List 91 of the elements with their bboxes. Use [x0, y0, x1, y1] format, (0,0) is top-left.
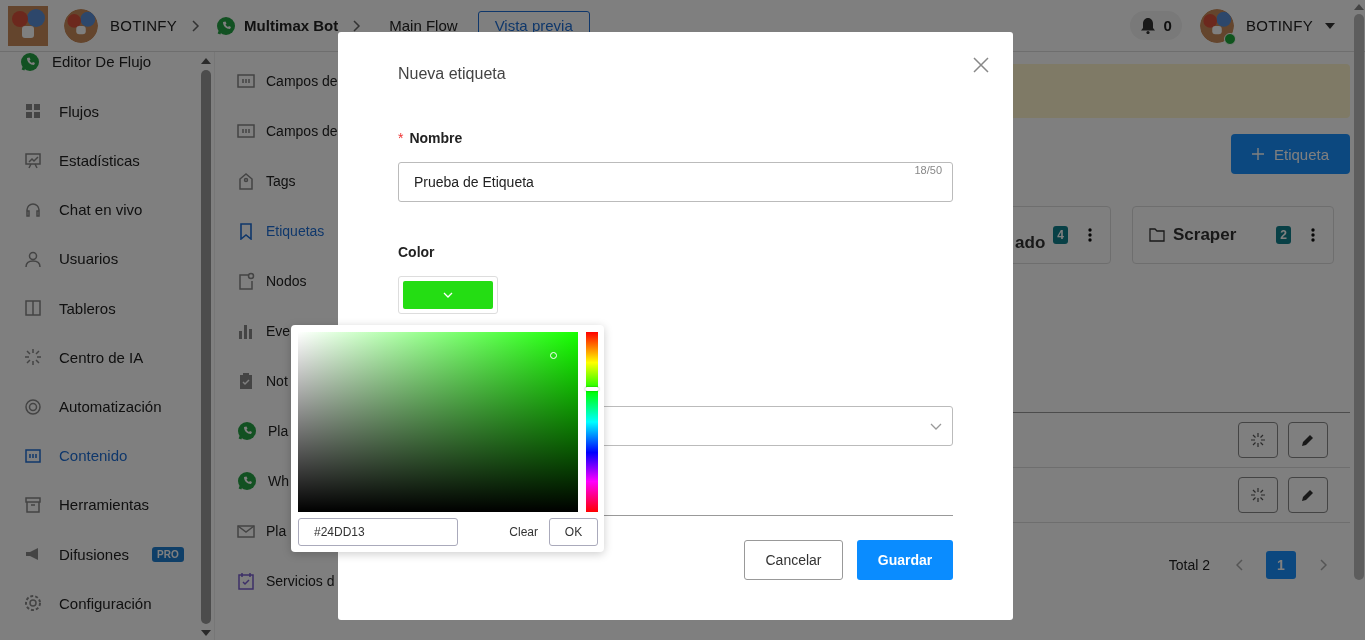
mail-icon — [237, 522, 255, 540]
caret-down-icon — [1325, 22, 1335, 29]
flow-name: Main Flow — [389, 17, 458, 34]
ai-button[interactable] — [1238, 477, 1278, 513]
account-name[interactable]: BOTINFY — [110, 17, 178, 34]
count-badge: 4 — [1053, 226, 1068, 244]
ring-icon — [24, 397, 42, 416]
count-badge: 2 — [1276, 226, 1291, 244]
grid-icon — [24, 102, 42, 121]
menu-item[interactable]: Etiquetas — [237, 206, 339, 256]
presentation-chart-icon — [24, 151, 42, 170]
sidebar-item[interactable]: Chat en vivo — [0, 185, 199, 235]
sparkle-icon — [1251, 488, 1265, 502]
archive-icon — [24, 495, 42, 514]
folder-card[interactable]: Scraper 2 — [1132, 206, 1334, 264]
chevron-right-icon — [352, 18, 362, 33]
chevron-left-icon — [1235, 559, 1243, 571]
notifications-button[interactable]: 0 — [1129, 11, 1182, 40]
sidebar-item[interactable]: Usuarios — [0, 234, 199, 284]
ai-button[interactable] — [1238, 422, 1278, 458]
pencil-icon — [1301, 433, 1315, 447]
saturation-area[interactable] — [298, 332, 578, 512]
logo-icon — [8, 5, 48, 46]
sidebar-item[interactable]: Flujos — [0, 86, 199, 136]
pro-badge: PRO — [152, 546, 184, 562]
cancel-button[interactable]: Cancelar — [744, 540, 843, 580]
sidebar-header[interactable]: Editor De Flujo — [52, 53, 152, 71]
character-counter: 18/50 — [914, 164, 942, 176]
plus-icon — [1251, 148, 1264, 160]
field-icon — [237, 72, 255, 90]
save-button[interactable]: Guardar — [857, 540, 953, 580]
sidebar-item[interactable]: Contenido — [0, 431, 199, 481]
sidebar-item[interactable]: Configuración — [0, 578, 199, 628]
content-icon — [24, 446, 42, 465]
edit-button[interactable] — [1288, 422, 1328, 458]
settings-icon — [24, 594, 42, 613]
sidebar-item[interactable]: Tableros — [0, 283, 199, 333]
menu-item[interactable]: Campos de — [237, 106, 339, 156]
more-vertical-icon — [1088, 228, 1092, 242]
avatar-icon — [1199, 8, 1234, 43]
whatsapp-icon — [237, 421, 257, 441]
menu-item[interactable]: Servicios d — [237, 556, 339, 606]
node-icon — [237, 272, 255, 290]
scroll-up-icon — [1353, 4, 1364, 10]
folder-icon — [1149, 228, 1165, 242]
chevron-right-icon — [191, 18, 201, 33]
calendar-check-icon — [237, 572, 255, 590]
pencil-icon — [1301, 488, 1315, 502]
sidebar-item[interactable]: Herramientas — [0, 480, 199, 530]
close-icon — [973, 57, 989, 73]
field-label: Nombre — [409, 130, 463, 146]
edit-button[interactable] — [1288, 477, 1328, 513]
hex-input[interactable]: #24DD13 — [298, 518, 458, 546]
avatar-icon — [64, 8, 98, 43]
scroll-down-icon — [200, 630, 211, 636]
columns-icon — [24, 299, 42, 318]
name-field[interactable]: Prueba de Etiqueta 18/50 — [398, 162, 953, 202]
bookmark-icon — [237, 222, 255, 240]
chevron-right-icon — [1319, 559, 1327, 571]
scroll-up-icon — [200, 58, 211, 64]
menu-item[interactable]: Campos de — [237, 56, 339, 106]
bot-name[interactable]: Multimax Bot — [244, 17, 339, 34]
clear-button[interactable]: Clear — [503, 525, 544, 539]
dialog-title: Nueva etiqueta — [398, 65, 506, 83]
chevron-down-icon — [930, 422, 942, 430]
sidebar-item[interactable]: Estadísticas — [0, 135, 199, 186]
whatsapp-icon — [20, 51, 40, 72]
required-mark: * — [398, 130, 404, 146]
field-icon — [237, 122, 255, 140]
whatsapp-icon — [216, 15, 237, 36]
sparkle-icon — [24, 348, 42, 367]
chevron-down-icon — [443, 292, 453, 298]
tag-icon — [237, 172, 255, 190]
sidebar-item[interactable]: Difusiones PRO — [0, 529, 199, 579]
sidebar-item[interactable]: Automatización — [0, 381, 199, 432]
menu-item[interactable]: Nodos — [237, 256, 339, 306]
bar-chart-icon — [237, 322, 255, 340]
menu-item[interactable]: Tags — [237, 156, 339, 206]
more-vertical-icon — [1311, 228, 1315, 242]
bell-icon — [1139, 17, 1156, 34]
headset-icon — [24, 200, 42, 219]
sparkle-icon — [1251, 433, 1265, 447]
close-button[interactable] — [973, 57, 989, 73]
ok-button[interactable]: OK — [549, 518, 598, 546]
total-count: Total 2 — [1168, 557, 1210, 573]
user-name[interactable]: BOTINFY — [1245, 17, 1313, 34]
whatsapp-icon — [237, 471, 257, 491]
user-icon — [24, 249, 42, 268]
sidebar-item[interactable]: Centro de IA — [0, 332, 199, 382]
clipboard-icon — [237, 372, 255, 390]
field-label: Color — [398, 244, 435, 260]
